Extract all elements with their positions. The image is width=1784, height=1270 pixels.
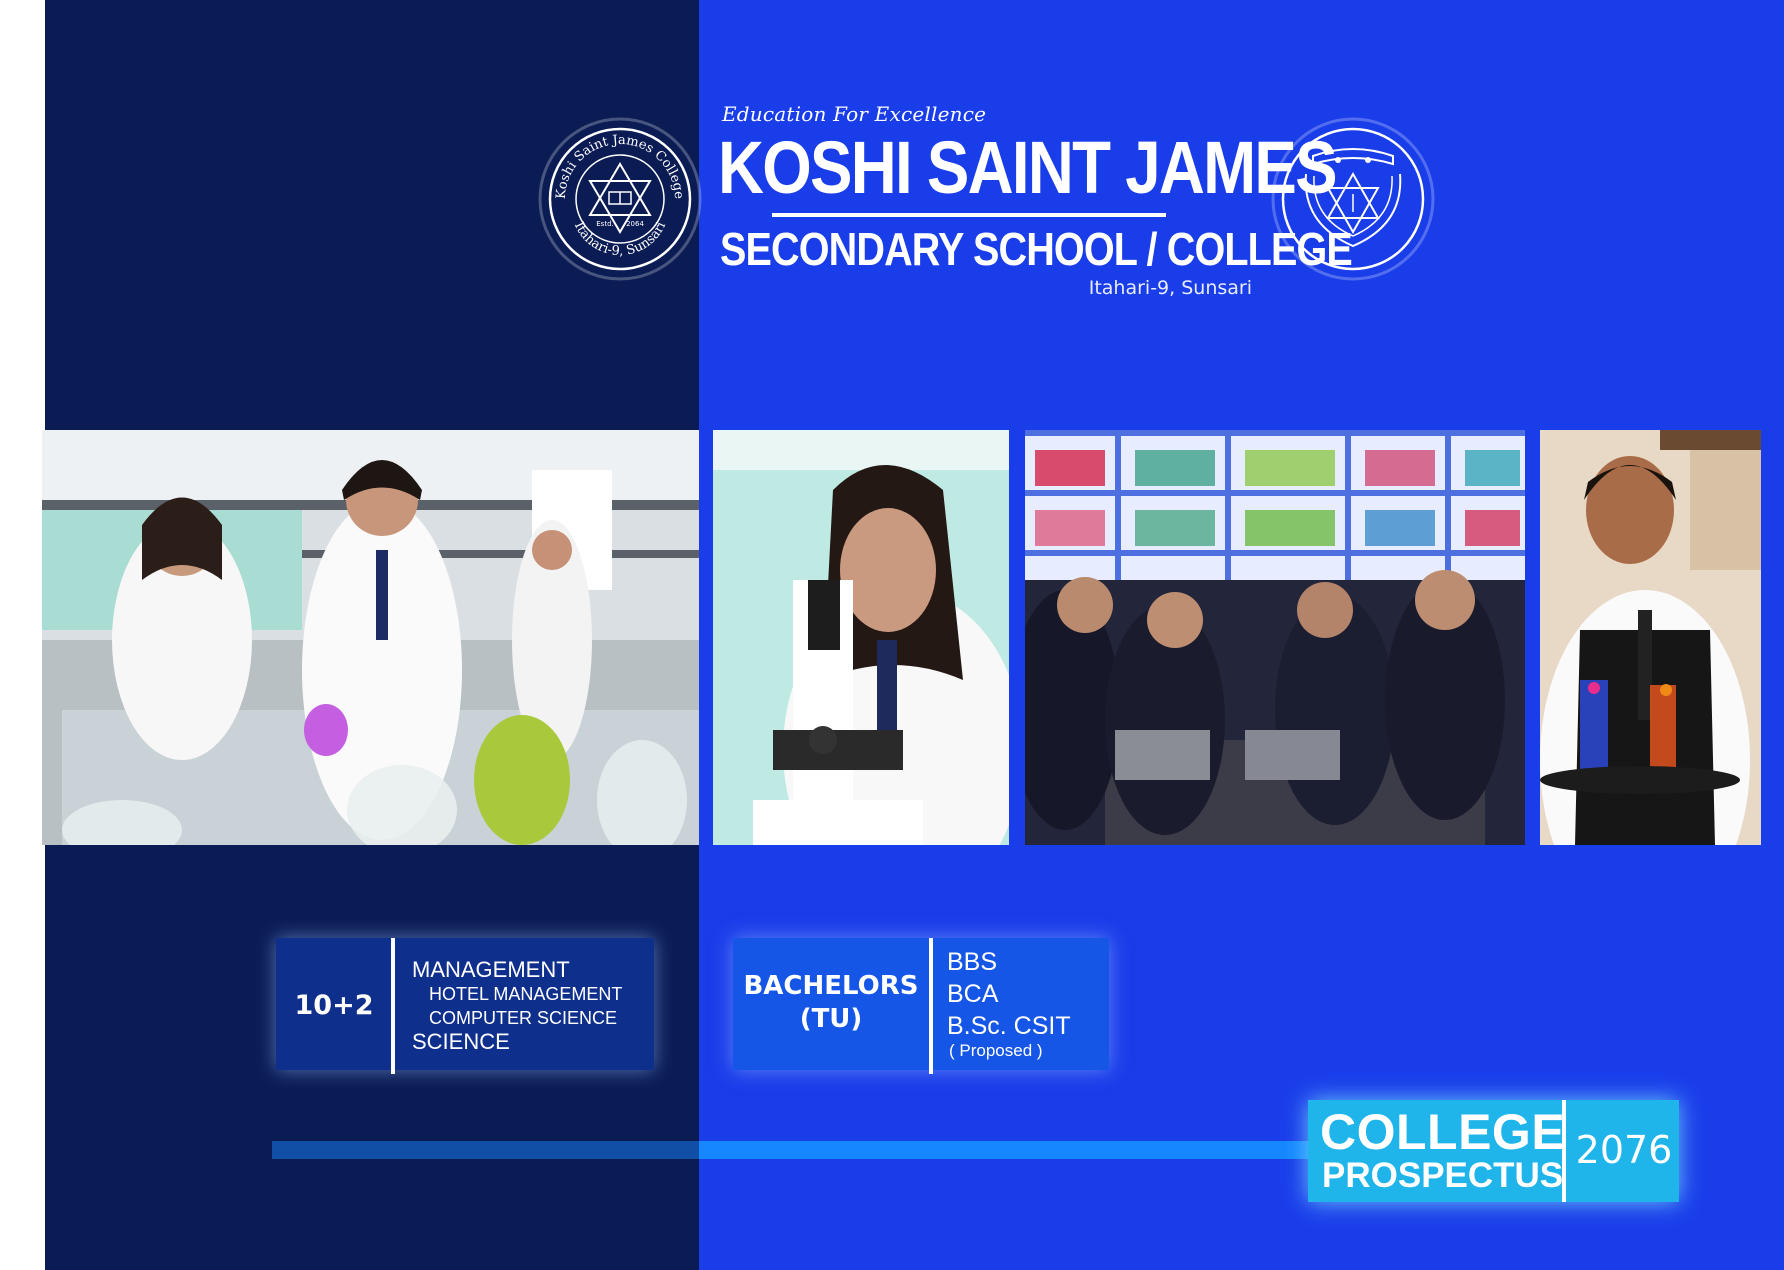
- bachelors-university: (TU): [799, 1004, 863, 1034]
- school-crest-icon: [1268, 114, 1438, 284]
- band-dark-segment: [272, 1141, 699, 1159]
- prospectus-year: 2076: [1575, 1128, 1673, 1172]
- program-item: BCA: [947, 980, 999, 1008]
- computer-library-photo: [1025, 430, 1525, 845]
- program-subitem: HOTEL MANAGEMENT: [429, 984, 623, 1004]
- college-seal-icon: Koshi Saint James College Itahari-9, Sun…: [535, 114, 705, 284]
- hotel-service-photo: [1540, 430, 1761, 845]
- page-edge: [0, 0, 45, 1270]
- band-bright-segment: [699, 1141, 1312, 1159]
- seal-year-text: 2064: [626, 220, 644, 228]
- seal-ring-bottom-text: Itahari-9, Sunsari: [571, 220, 669, 259]
- program-divider: [391, 938, 395, 1074]
- seal-ring-top-text: Koshi Saint James College: [554, 133, 686, 200]
- bachelors-label: BACHELORS: [743, 971, 919, 1001]
- school-subtitle: SECONDARY SCHOOL / COLLEGE: [720, 223, 1353, 275]
- program-item: MANAGEMENT: [412, 957, 570, 982]
- prospectus-divider: [1562, 1100, 1566, 1202]
- microscope-photo: [713, 430, 1009, 845]
- chemistry-lab-photo: [42, 430, 699, 845]
- title-divider: [772, 213, 1166, 217]
- program-note: ( Proposed ): [949, 1041, 1043, 1060]
- program-level-bachelors: BACHELORS (TU): [733, 970, 929, 1036]
- program-item: B.Sc. CSIT: [947, 1012, 1071, 1040]
- program-list-bachelors: BBS BCA B.Sc. CSIT ( Proposed ): [947, 946, 1071, 1060]
- prospectus-college-text: COLLEGE: [1320, 1104, 1566, 1160]
- tagline: Education For Excellence: [722, 102, 987, 126]
- decorative-band: [272, 1141, 1312, 1159]
- school-name: KOSHI SAINT JAMES: [718, 126, 1338, 209]
- program-box-bachelors: BACHELORS (TU) BBS BCA B.Sc. CSIT ( Prop…: [733, 938, 1109, 1074]
- program-divider: [929, 938, 933, 1074]
- seal-estd-text: Estd.: [596, 220, 613, 228]
- prospectus-title-text: PROSPECTUS: [1322, 1156, 1564, 1195]
- school-location: Itahari-9, Sunsari: [1088, 277, 1252, 299]
- program-subitem: COMPUTER SCIENCE: [429, 1008, 618, 1028]
- program-level-plus-two: 10+2: [294, 990, 374, 1021]
- program-list-plus-two: MANAGEMENT HOTEL MANAGEMENT COMPUTER SCI…: [412, 958, 622, 1054]
- program-item: BBS: [947, 948, 998, 976]
- prospectus-cover: Koshi Saint James College Itahari-9, Sun…: [0, 0, 1784, 1270]
- program-item: SCIENCE: [412, 1029, 510, 1054]
- prospectus-badge: COLLEGE PROSPECTUS 2076: [1308, 1100, 1679, 1202]
- program-box-plus-two: 10+2 MANAGEMENT HOTEL MANAGEMENT COMPUTE…: [276, 938, 654, 1074]
